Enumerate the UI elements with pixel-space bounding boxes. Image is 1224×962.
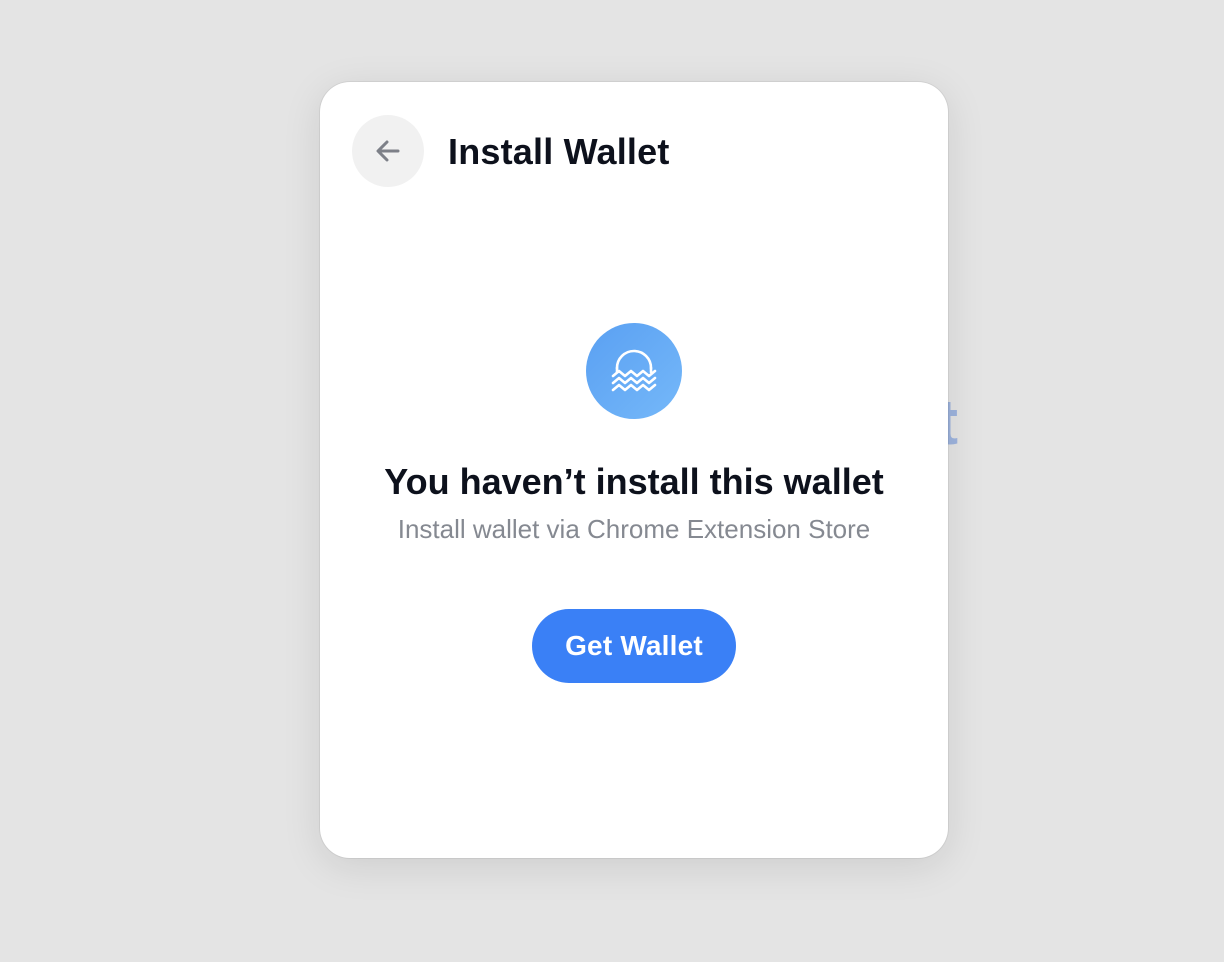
arrow-left-icon xyxy=(372,135,404,167)
modal-title: Install Wallet xyxy=(448,131,670,172)
wave-wallet-icon xyxy=(586,323,682,419)
not-installed-heading: You haven’t install this wallet xyxy=(384,461,884,502)
get-wallet-button[interactable]: Get Wallet xyxy=(532,609,736,683)
install-instructions-text: Install wallet via Chrome Extension Stor… xyxy=(397,514,871,544)
back-button[interactable] xyxy=(352,115,424,187)
page: it Install Wallet You haven’t install th… xyxy=(0,0,1224,962)
install-wallet-modal: Install Wallet You haven’t install this … xyxy=(320,82,948,858)
